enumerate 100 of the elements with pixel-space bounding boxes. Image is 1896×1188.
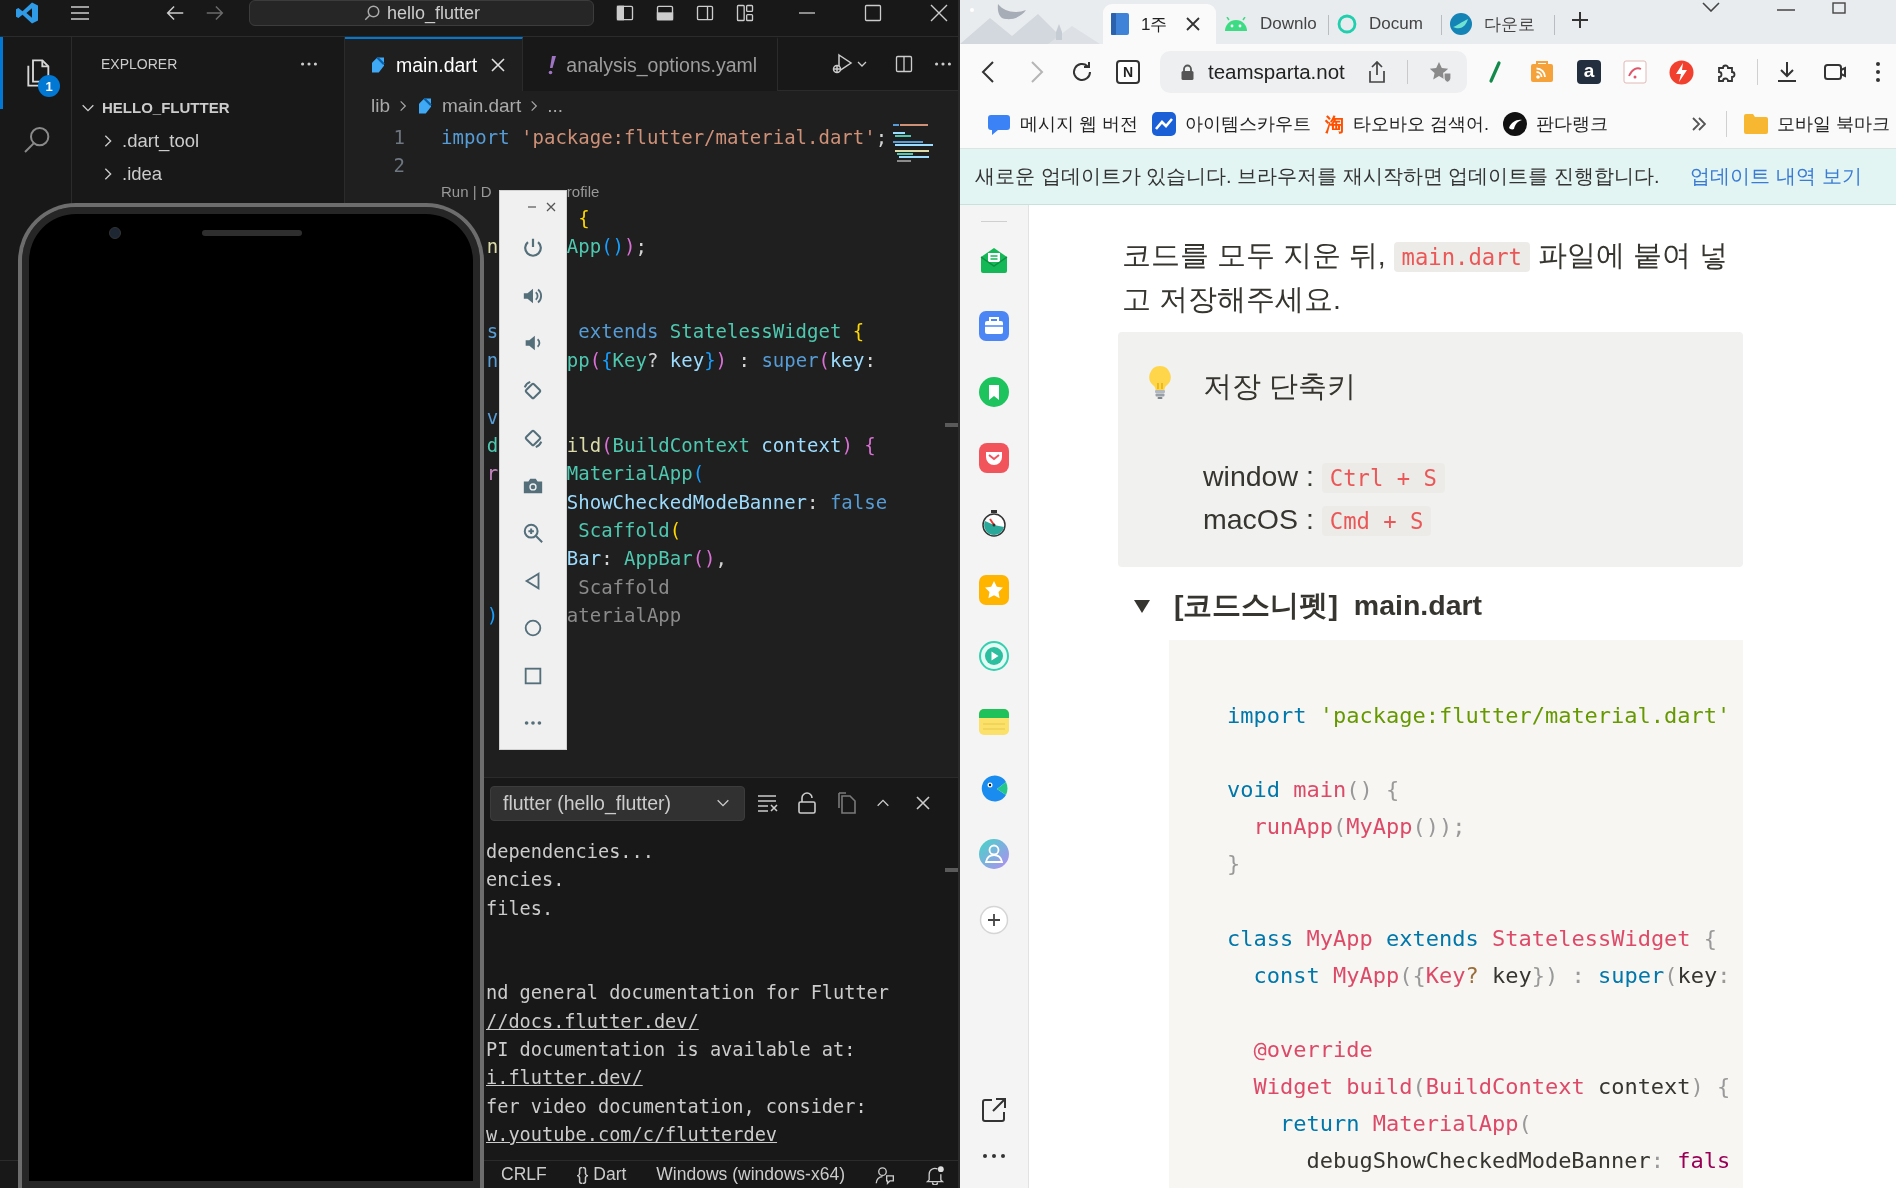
home-circle-icon[interactable] bbox=[522, 617, 544, 639]
clear-output-icon[interactable] bbox=[756, 792, 780, 814]
tree-item[interactable]: HELLO_FLUTTER bbox=[72, 91, 344, 124]
status-item[interactable]: {} Dart bbox=[576, 1164, 627, 1185]
code-text: n bbox=[486, 234, 499, 260]
bookmark-item[interactable]: 아이템스카우트 bbox=[1152, 112, 1311, 136]
bookmark-item[interactable]: 淘 타오바오 검색어. bbox=[1325, 112, 1490, 136]
chevron-down-icon[interactable] bbox=[1702, 2, 1720, 12]
output-link[interactable]: i.flutter.dev/ bbox=[486, 1067, 643, 1089]
briefcase-icon[interactable] bbox=[979, 311, 1009, 341]
external-link-icon[interactable] bbox=[980, 1096, 1008, 1124]
triangle-down-icon[interactable] bbox=[1133, 598, 1151, 614]
scrollbar-marker bbox=[945, 423, 958, 427]
line-number: 1 bbox=[393, 125, 405, 150]
output-link[interactable]: w.youtube.com/c/flutterdev bbox=[486, 1123, 778, 1145]
code-line: void main() { bbox=[1227, 777, 1400, 803]
shortcut-line: window : Ctrl + S bbox=[1203, 460, 1445, 492]
browser-tab[interactable]: 다운로 bbox=[1442, 4, 1555, 44]
close-icon[interactable] bbox=[1186, 17, 1200, 31]
toggle-title[interactable]: [코드스니펫] main.dart bbox=[1174, 587, 1483, 625]
tree-item[interactable]: .idea bbox=[72, 157, 344, 190]
code-text: d bbox=[486, 432, 499, 458]
command-center-button[interactable]: hello_flutter bbox=[249, 0, 594, 26]
status-item[interactable]: CRLF bbox=[501, 1164, 547, 1185]
editor-tab[interactable]: main.dart bbox=[345, 37, 524, 91]
customize-layout-icon[interactable] bbox=[735, 3, 755, 23]
panel-title: EXPLORER bbox=[101, 56, 178, 72]
lock-icon bbox=[1181, 64, 1194, 80]
breadcrumb-item[interactable]: lib bbox=[371, 95, 390, 117]
code-text: { bbox=[577, 205, 590, 231]
bookmark-folder[interactable]: 모바일 북마크 bbox=[1744, 112, 1890, 136]
panel-toggle-icon[interactable] bbox=[655, 3, 675, 23]
new-tab-plus-icon[interactable] bbox=[1570, 10, 1590, 30]
download-icon[interactable] bbox=[1775, 60, 1799, 84]
address-field[interactable]: teamsparta.not bbox=[1160, 51, 1467, 93]
code-text: ShowCheckedModeBanner: false bbox=[566, 489, 888, 515]
code-text: s bbox=[486, 319, 499, 345]
split-editor-icon[interactable] bbox=[894, 53, 914, 74]
step-paragraph: 코드를 모두 지운 뒤, main.dart 파일에 붙여 넣고 저장해주세요. bbox=[1121, 238, 1729, 317]
pouch-icon[interactable] bbox=[979, 443, 1009, 473]
reload-icon[interactable] bbox=[1070, 60, 1094, 84]
folder-icon bbox=[1744, 114, 1768, 134]
book-icon bbox=[1111, 13, 1129, 35]
update-message: 새로운 업데이트가 있습니다. 브라우저를 재시작하면 업데이트를 진행합니다. bbox=[975, 164, 1660, 189]
tree-item[interactable]: .dart_tool bbox=[72, 124, 344, 157]
editor-tab[interactable]: analysis_options.yaml bbox=[523, 37, 779, 91]
lightning-icon[interactable] bbox=[1669, 59, 1694, 85]
back-icon[interactable] bbox=[981, 60, 995, 84]
envelope-icon[interactable] bbox=[979, 245, 1009, 275]
feedback-icon[interactable] bbox=[875, 1164, 895, 1185]
more-icon[interactable] bbox=[982, 1153, 1006, 1159]
rotate-left-icon[interactable] bbox=[522, 379, 544, 402]
browser-tab[interactable]: Downlo bbox=[1216, 4, 1329, 44]
output-link[interactable]: //docs.flutter.dev/ bbox=[486, 1010, 699, 1032]
double-chevron-icon[interactable] bbox=[1692, 116, 1706, 132]
slash-icon[interactable] bbox=[1488, 60, 1502, 84]
notification-badge: 1 bbox=[38, 75, 60, 97]
code-text: ild(BuildContext context) { bbox=[566, 432, 876, 458]
zoom-in-icon[interactable] bbox=[522, 522, 544, 544]
plus-circle-icon[interactable] bbox=[979, 905, 1009, 935]
camera-dot-icon bbox=[109, 227, 121, 239]
whale-icon bbox=[1450, 13, 1472, 35]
codelens-link[interactable]: rofile bbox=[566, 179, 600, 204]
channel-dropdown[interactable]: flutter (hello_flutter) bbox=[490, 785, 745, 821]
share-icon[interactable] bbox=[1367, 61, 1387, 83]
extension-button[interactable]: a bbox=[1577, 60, 1601, 84]
output-line: nd general documentation for Flutter bbox=[486, 982, 889, 1004]
code-text: Scaffold( bbox=[577, 518, 682, 544]
breadcrumb-item[interactable]: ... bbox=[547, 95, 564, 117]
maximize-icon[interactable] bbox=[1832, 2, 1846, 14]
square-logo-icon[interactable] bbox=[1623, 60, 1647, 84]
run-debug-icon[interactable] bbox=[830, 51, 854, 76]
dart-file-icon bbox=[369, 56, 387, 74]
breadcrumb-item[interactable]: main.dart bbox=[416, 95, 522, 117]
secondary-sidebar-toggle-icon[interactable] bbox=[695, 3, 715, 23]
primary-sidebar-toggle-icon[interactable] bbox=[615, 3, 635, 23]
search-icon bbox=[362, 4, 381, 22]
browser-tab[interactable]: 1주 bbox=[1103, 4, 1216, 44]
code-text: extends StatelessWidget { bbox=[577, 319, 865, 345]
bookmark-item[interactable]: 메시지 웹 버전 bbox=[987, 112, 1138, 136]
update-link[interactable]: 업데이트 내역 보기 bbox=[1690, 163, 1862, 190]
more-icon[interactable] bbox=[1875, 60, 1881, 84]
speaker-slot-icon bbox=[202, 230, 302, 236]
codelens-link[interactable]: Run | D bbox=[441, 179, 492, 204]
bookmark-item[interactable]: 판다랭크 bbox=[1503, 112, 1609, 136]
status-item[interactable]: Windows (windows-x64) bbox=[656, 1164, 845, 1185]
copy-icon[interactable] bbox=[835, 792, 857, 814]
code-line: @override bbox=[1252, 1036, 1373, 1062]
code-line: class MyApp extends StatelessWidget { bbox=[1227, 925, 1718, 951]
bell-icon[interactable] bbox=[925, 1164, 945, 1185]
power-icon[interactable] bbox=[522, 237, 544, 259]
unlocked-lock-icon[interactable] bbox=[797, 792, 817, 814]
star-icon[interactable] bbox=[1428, 61, 1452, 83]
stopwatch-icon[interactable] bbox=[979, 509, 1009, 539]
rotate-right-icon[interactable] bbox=[522, 427, 544, 449]
page-button[interactable]: N bbox=[1116, 60, 1140, 84]
close-icon[interactable] bbox=[546, 202, 556, 212]
code-line: const MyApp({Key? key}) : super(key: bbox=[1252, 962, 1731, 988]
browser-tab[interactable]: Docum bbox=[1329, 4, 1442, 44]
bird-icon[interactable] bbox=[979, 773, 1009, 803]
